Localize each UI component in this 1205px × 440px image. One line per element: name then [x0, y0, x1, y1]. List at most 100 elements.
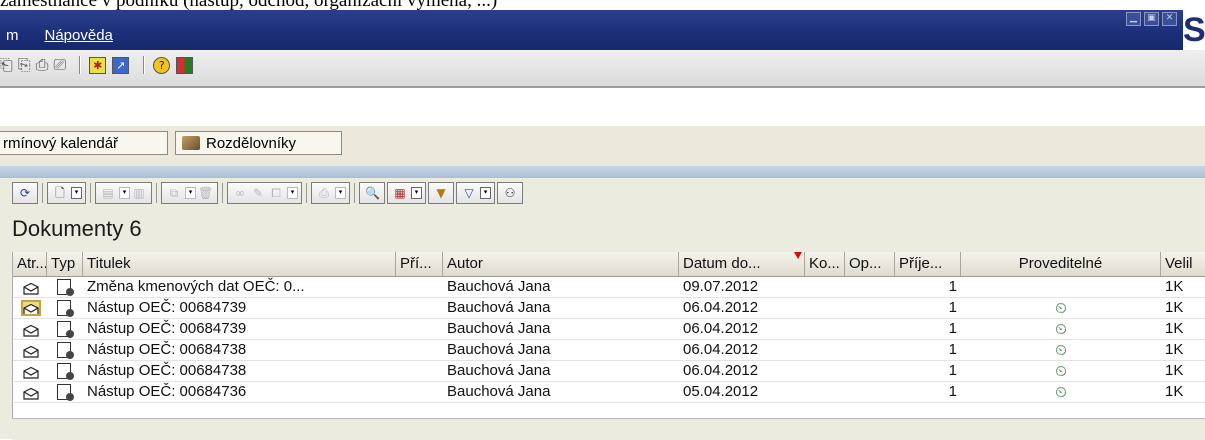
refresh-icon: ⟳ — [19, 186, 31, 200]
display-button[interactable]: ▤ ▾ ▥ — [95, 182, 152, 204]
copy-icon: ⧠ — [271, 186, 281, 200]
search-button[interactable]: ⚇ — [497, 182, 523, 204]
attr-cell — [13, 319, 47, 339]
forward-icon: ⧉ — [169, 186, 179, 200]
document-type-icon[interactable] — [57, 363, 74, 380]
table-row[interactable]: Nástup OEČ: 00684739 Bauchová Jana 06.04.2… — [13, 319, 1205, 340]
title-cell[interactable]: Nástup OEČ: 00684739 — [83, 319, 396, 339]
nav-next-icon[interactable]: ⎙ — [36, 55, 49, 75]
author-cell: Bauchová Jana — [447, 362, 551, 379]
column-header-executable[interactable]: Proveditelné — [961, 252, 1161, 276]
toolbar-separator — [143, 56, 146, 74]
executable-cell: ⏲ — [961, 319, 1161, 339]
table-row[interactable]: Nástup OEČ: 00684736 Bauchová Jana 05.04.2… — [13, 382, 1205, 403]
toolbar-separator — [306, 183, 307, 203]
dropdown-icon: ▾ — [185, 187, 196, 199]
column-header-attr[interactable]: Atr... — [13, 252, 47, 276]
executable-clock-icon[interactable]: ⏲ — [1055, 341, 1067, 359]
forward-button[interactable]: ⧉ ▾ 🗑 — [161, 182, 218, 204]
author-cell: Bauchová Jana — [447, 383, 551, 400]
table-row[interactable]: Změna kmenových dat OEČ: 0... Bauchová Ja… — [13, 277, 1205, 298]
edit-pencil-icon: ✎ — [252, 186, 264, 200]
title-cell[interactable]: Nástup OEČ: 00684738 — [83, 340, 396, 360]
menu-item-help[interactable]: Nápověda — [39, 27, 119, 44]
layout-menu-icon[interactable] — [176, 56, 194, 74]
maximize-icon[interactable]: ▣ — [1144, 12, 1159, 26]
executable-clock-icon[interactable]: ⏲ — [1055, 383, 1067, 401]
envelope-icon[interactable] — [23, 386, 39, 400]
document-type-icon[interactable] — [57, 321, 74, 338]
layout-button[interactable]: ▦ ▾ — [387, 182, 426, 204]
help-icon[interactable]: ? — [153, 56, 171, 74]
filter-set-button[interactable]: ▽ ▾ — [456, 182, 495, 204]
grid-header: Atr... Typ Titulek Pří... Autor Datum do… — [13, 252, 1205, 277]
close-icon[interactable]: ✕ — [1162, 12, 1177, 26]
title-cell[interactable]: Nástup OEČ: 00684738 — [83, 361, 396, 381]
table-row[interactable]: Nástup OEČ: 00684739 Bauchová Jana 06.04.2… — [13, 298, 1205, 319]
document-type-icon[interactable] — [57, 279, 74, 296]
find-button[interactable]: 🔍 — [359, 182, 385, 204]
create-button[interactable]: 🗋 ▾ — [47, 182, 86, 204]
glasses-button[interactable]: ∞ ✎ ⧠ ▾ — [227, 182, 302, 204]
author-cell: Bauchová Jana — [447, 320, 551, 337]
executable-clock-icon[interactable]: ⏲ — [1055, 320, 1067, 338]
envelope-icon[interactable] — [23, 344, 39, 358]
envelope-icon[interactable] — [23, 323, 39, 337]
documents-grid: Atr... Typ Titulek Pří... Autor Datum do… — [12, 252, 1205, 418]
column-header-author[interactable]: Autor — [443, 252, 679, 276]
title-cell[interactable]: Změna kmenových dat OEČ: 0... — [83, 277, 396, 297]
nav-first-icon[interactable]: ⎗ — [0, 55, 13, 75]
menu-bar: m Nápověda — [0, 24, 133, 46]
envelope-icon[interactable] — [23, 365, 39, 379]
envelope-icon[interactable] — [21, 300, 41, 316]
nav-prev-icon[interactable]: ⎘ — [18, 55, 31, 75]
title-cell[interactable]: Nástup OEČ: 00684739 — [83, 298, 396, 318]
recipients-cell: 1 — [948, 341, 957, 358]
column-header-date[interactable]: Datum do... — [679, 252, 805, 276]
filter-button[interactable]: ▼ — [428, 182, 454, 204]
document-type-icon[interactable] — [57, 300, 74, 317]
op-cell — [845, 277, 895, 297]
executable-clock-icon[interactable]: ⏲ — [1055, 362, 1067, 380]
refresh-button[interactable]: ⟳ — [12, 182, 38, 204]
document-type-icon[interactable] — [57, 342, 74, 359]
envelope-icon[interactable] — [23, 281, 39, 295]
nav-last-icon[interactable]: ⎚ — [53, 55, 66, 75]
toolbar-separator — [156, 183, 157, 203]
column-header-ko[interactable]: Ko... — [805, 252, 845, 276]
shortcut-icon[interactable]: ↗ — [112, 56, 130, 74]
print-button[interactable]: ⎙ ▾ — [311, 182, 350, 204]
recipients-cell: 1 — [948, 383, 957, 400]
column-header-size[interactable]: Velil — [1161, 252, 1205, 276]
attr-cell — [13, 298, 47, 318]
column-header-attachment[interactable]: Pří... — [396, 252, 443, 276]
date-cell: 06.04.2012 — [683, 320, 759, 337]
op-cell — [845, 319, 895, 339]
filter-set-icon: ▽ — [464, 186, 474, 200]
tab-distribution-lists[interactable]: Rozdělovníky — [175, 131, 342, 155]
sap-logo: S — [1183, 10, 1205, 50]
minimize-icon[interactable]: ▁ — [1126, 12, 1141, 26]
new-session-icon[interactable]: ✱ — [89, 56, 107, 74]
column-header-title[interactable]: Titulek — [83, 252, 396, 276]
column-header-recipients[interactable]: Příje... — [895, 252, 961, 276]
column-header-op[interactable]: Op... — [845, 252, 895, 276]
column-header-type[interactable]: Typ — [47, 252, 83, 276]
type-cell — [47, 298, 83, 318]
section-band — [0, 166, 1205, 178]
display-icon: ▤ — [102, 186, 114, 200]
menu-item-partial[interactable]: m — [0, 27, 25, 44]
tab-calendar[interactable]: rmínový kalendář — [0, 131, 168, 155]
recipients-cell: 1 — [948, 362, 957, 379]
size-cell: 1K — [1165, 383, 1184, 400]
author-cell: Bauchová Jana — [447, 299, 551, 316]
executable-clock-icon[interactable]: ⏲ — [1055, 299, 1067, 317]
ko-cell — [805, 298, 845, 318]
document-type-icon[interactable] — [57, 384, 74, 401]
table-row[interactable]: Nástup OEČ: 00684738 Bauchová Jana 06.04.2… — [13, 361, 1205, 382]
op-cell — [845, 340, 895, 360]
table-row[interactable]: Nástup OEČ: 00684738 Bauchová Jana 06.04.2… — [13, 340, 1205, 361]
dropdown-icon: ▾ — [119, 187, 130, 199]
title-cell[interactable]: Nástup OEČ: 00684736 — [83, 382, 396, 402]
ko-cell — [805, 361, 845, 381]
